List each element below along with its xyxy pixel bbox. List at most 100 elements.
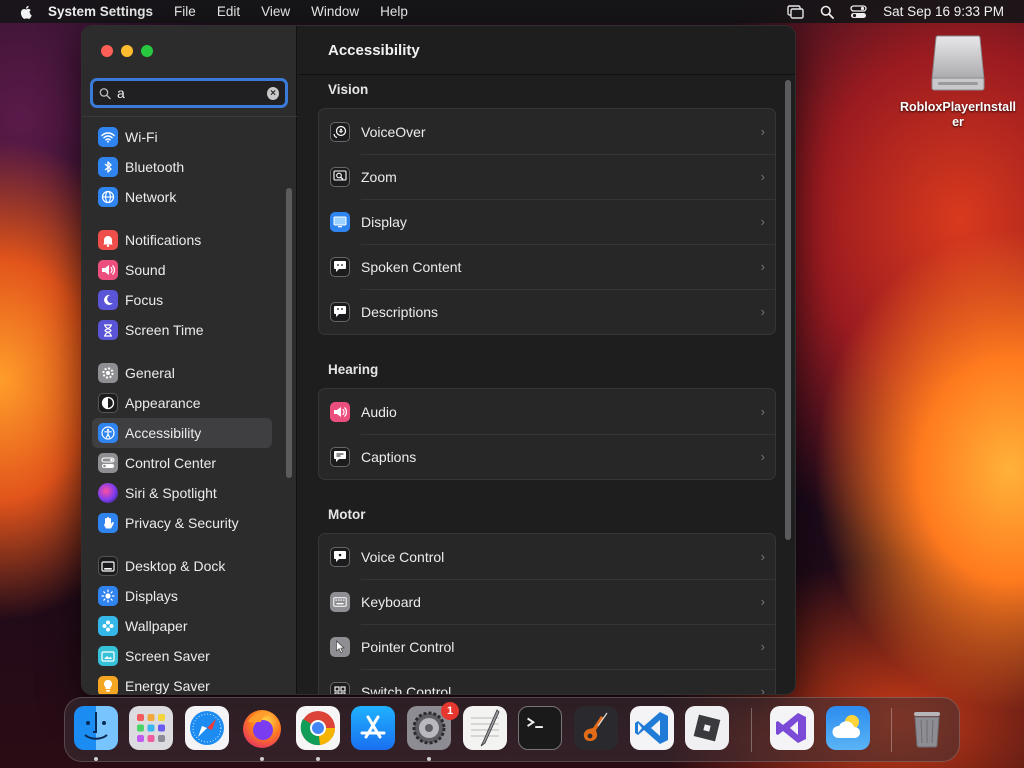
clear-search-icon[interactable]: × (267, 86, 279, 100)
row-zoom[interactable]: Zoom › (319, 154, 775, 199)
chevron-right-icon: › (760, 549, 765, 564)
search-field[interactable]: × (90, 78, 288, 108)
energy-saver-bulb-icon (98, 676, 118, 694)
vscode-icon[interactable] (630, 706, 674, 750)
search-input[interactable] (117, 85, 267, 101)
sidebar-item-screen-time[interactable]: Screen Time (92, 315, 272, 345)
sidebar-item-energy-saver[interactable]: Energy Saver (92, 671, 272, 694)
sidebar-item-sound[interactable]: Sound (92, 255, 272, 285)
sidebar-scrollbar[interactable] (286, 188, 292, 478)
row-captions[interactable]: Captions › (319, 434, 775, 479)
sidebar-item-privacy-security[interactable]: Privacy & Security (92, 508, 272, 538)
apple-menu-icon[interactable] (18, 4, 32, 20)
menu-view[interactable]: View (261, 4, 290, 19)
menu-window[interactable]: Window (311, 4, 359, 19)
row-audio[interactable]: Audio › (319, 389, 775, 434)
row-keyboard[interactable]: Keyboard › (319, 579, 775, 624)
desktop-file-roblox-installer[interactable]: RobloxPlayerInstaller (898, 34, 1018, 130)
sidebar-item-label: Focus (125, 292, 164, 308)
sidebar-item-notifications[interactable]: Notifications (92, 225, 272, 255)
textedit-icon[interactable] (463, 706, 507, 750)
chevron-right-icon: › (760, 639, 765, 654)
row-label: Spoken Content (361, 258, 462, 275)
system-settings-window: × Wi-Fi Bluetooth Network Notifications (81, 25, 796, 695)
row-label: Voice Control (361, 548, 445, 565)
sidebar-item-label: Bluetooth (125, 159, 185, 175)
app-store-icon[interactable] (351, 706, 395, 750)
sidebar-item-network[interactable]: Network (92, 182, 272, 212)
sidebar-item-screen-saver[interactable]: Screen Saver (92, 641, 272, 671)
section-label-motor: Motor (328, 507, 366, 522)
focus-moon-icon (98, 290, 118, 310)
sidebar-divider (82, 116, 297, 117)
menu-clock[interactable]: Sat Sep 16 9:33 PM (883, 4, 1004, 19)
row-display[interactable]: Display › (319, 199, 775, 244)
menu-file[interactable]: File (174, 4, 196, 19)
row-voice-control[interactable]: Voice Control › (319, 534, 775, 579)
zoom-button[interactable] (141, 45, 153, 57)
sidebar-item-appearance[interactable]: Appearance (92, 388, 272, 418)
finder-icon[interactable] (74, 706, 118, 750)
sidebar-item-label: Privacy & Security (125, 515, 239, 531)
running-indicator (316, 757, 320, 761)
menu-app-name[interactable]: System Settings (48, 4, 153, 19)
sidebar-item-desktop-dock[interactable]: Desktop & Dock (92, 551, 272, 581)
spotlight-search-icon[interactable] (820, 5, 835, 19)
spoken-content-icon (330, 256, 350, 277)
running-indicator (260, 757, 264, 761)
visual-studio-icon[interactable] (770, 706, 814, 750)
sidebar-item-displays[interactable]: Displays (92, 581, 272, 611)
section-label-hearing: Hearing (328, 362, 379, 377)
close-button[interactable] (101, 45, 113, 57)
safari-icon[interactable] (185, 706, 229, 750)
pointer-control-icon (330, 636, 350, 657)
row-pointer-control[interactable]: Pointer Control › (319, 624, 775, 669)
screen-mirroring-icon[interactable] (787, 4, 804, 19)
row-switch-control[interactable]: Switch Control › (319, 669, 775, 694)
sidebar-item-wifi[interactable]: Wi-Fi (92, 122, 272, 152)
row-descriptions[interactable]: Descriptions › (319, 289, 775, 334)
switch-control-icon (330, 681, 350, 694)
sidebar-item-bluetooth[interactable]: Bluetooth (92, 152, 272, 182)
menu-help[interactable]: Help (380, 4, 408, 19)
sidebar-item-accessibility[interactable]: Accessibility (92, 418, 272, 448)
zoom-icon (330, 166, 350, 187)
chevron-right-icon: › (760, 169, 765, 184)
sidebar-item-control-center[interactable]: Control Center (92, 448, 272, 478)
minimize-button[interactable] (121, 45, 133, 57)
sidebar-item-focus[interactable]: Focus (92, 285, 272, 315)
garageband-icon[interactable] (574, 706, 618, 750)
notification-badge: 1 (441, 702, 459, 720)
row-voiceover[interactable]: VoiceOver › (319, 109, 775, 154)
window-controls (101, 45, 153, 57)
network-globe-icon (98, 187, 118, 207)
row-label: Display (361, 213, 407, 230)
sidebar-list: Wi-Fi Bluetooth Network Notifications So… (92, 122, 272, 694)
sidebar-item-siri-spotlight[interactable]: Siri & Spotlight (92, 478, 272, 508)
trash-icon[interactable] (905, 706, 949, 750)
weather-icon[interactable] (826, 706, 870, 750)
dock-separator (751, 708, 752, 752)
row-spoken-content[interactable]: Spoken Content › (319, 244, 775, 289)
section-label-vision: Vision (328, 82, 369, 97)
control-center-menu-icon[interactable] (850, 4, 867, 19)
chevron-right-icon: › (760, 404, 765, 419)
terminal-icon[interactable] (518, 706, 562, 750)
accessibility-icon (98, 423, 118, 443)
dock-separator (891, 708, 892, 752)
desktop-file-label: RobloxPlayerInstaller (900, 100, 1017, 129)
disk-image-icon (930, 34, 986, 92)
content-scrollbar[interactable] (785, 80, 791, 540)
chevron-right-icon: › (760, 449, 765, 464)
launchpad-icon[interactable] (129, 706, 173, 750)
displays-sun-icon (98, 586, 118, 606)
running-indicator (427, 757, 431, 761)
menu-edit[interactable]: Edit (217, 4, 240, 19)
sidebar-item-wallpaper[interactable]: Wallpaper (92, 611, 272, 641)
display-icon (330, 211, 350, 232)
firefox-icon[interactable] (240, 706, 284, 750)
voiceover-icon (330, 121, 350, 142)
sidebar-item-general[interactable]: General (92, 358, 272, 388)
chrome-icon[interactable] (296, 706, 340, 750)
roblox-icon[interactable] (685, 706, 729, 750)
